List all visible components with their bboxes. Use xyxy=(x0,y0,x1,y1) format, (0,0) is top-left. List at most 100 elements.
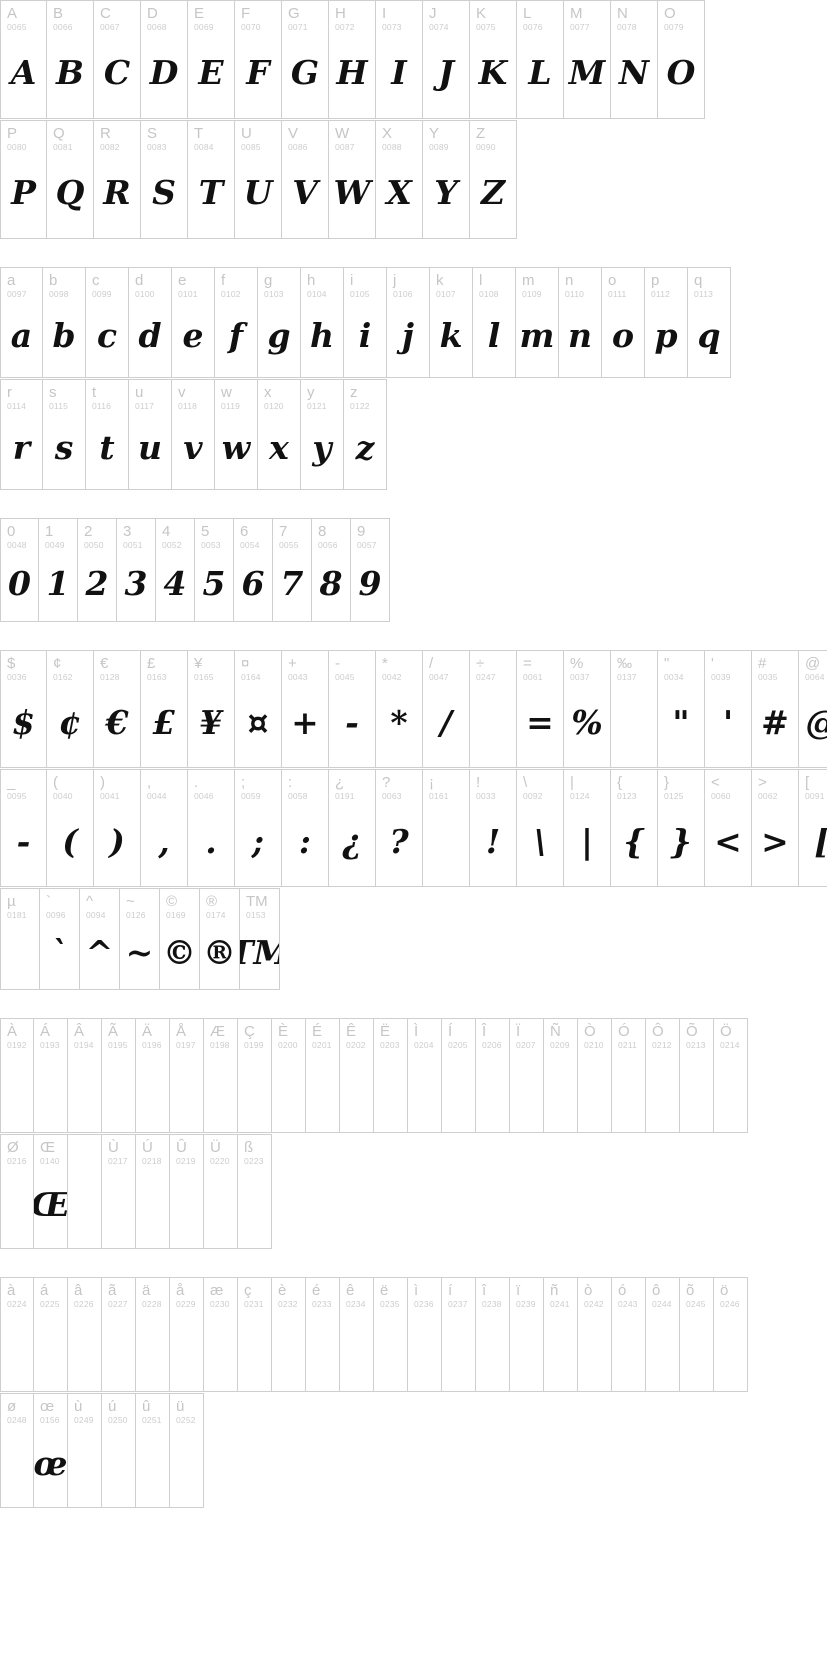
char-cell-0112[interactable]: p 0112 p xyxy=(645,268,688,377)
char-cell-0105[interactable]: i 0105 i xyxy=(344,268,387,377)
char-cell-0070[interactable]: F 0070 F xyxy=(235,1,282,118)
char-cell-0163[interactable]: £0163 £ xyxy=(141,651,188,767)
char-cell-0086[interactable]: V 0086 V xyxy=(282,121,329,238)
char-cell-0090[interactable]: Z 0090 Z xyxy=(470,121,517,238)
char-cell-0048[interactable]: 0 0048 0 xyxy=(0,519,39,621)
char-cell-0230[interactable]: æ 0230 xyxy=(204,1278,238,1391)
char-cell-0050[interactable]: 2 0050 2 xyxy=(78,519,117,621)
char-cell-0244[interactable]: ô 0244 xyxy=(646,1278,680,1391)
char-cell-0063[interactable]: ? 0063? xyxy=(376,770,423,886)
char-cell-0137[interactable]: ‰ 0137 xyxy=(611,651,658,767)
char-cell-0036[interactable]: $0036 $ xyxy=(0,651,47,767)
char-cell-0120[interactable]: x 0120 x xyxy=(258,380,301,489)
char-cell-0034[interactable]: " 0034 " xyxy=(658,651,705,767)
char-cell-0123[interactable]: {0123{ xyxy=(611,770,658,886)
char-cell-0237[interactable]: í 0237 xyxy=(442,1278,476,1391)
char-cell-0118[interactable]: v 0118 v xyxy=(172,380,215,489)
char-cell-0081[interactable]: Q 0081 Q xyxy=(47,121,94,238)
char-cell-0210[interactable]: Ò 0210 xyxy=(578,1019,612,1132)
char-cell-0104[interactable]: h 0104 h xyxy=(301,268,344,377)
char-cell-0153[interactable]: TM0153TM xyxy=(240,889,280,989)
char-cell-0077[interactable]: M 0077 M xyxy=(564,1,611,118)
char-cell-0100[interactable]: d 0100 d xyxy=(129,268,172,377)
char-cell-0228[interactable]: ä 0228 xyxy=(136,1278,170,1391)
char-cell-0229[interactable]: å 0229 xyxy=(170,1278,204,1391)
char-cell-0085[interactable]: U 0085 U xyxy=(235,121,282,238)
char-cell-0041[interactable]: ) 0041) xyxy=(94,770,141,886)
char-cell-0197[interactable]: Å 0197 xyxy=(170,1019,204,1132)
char-cell-0062[interactable]: >0062 > xyxy=(752,770,799,886)
char-cell-0196[interactable]: Ä 0196 xyxy=(136,1019,170,1132)
char-cell-0098[interactable]: b 0098 b xyxy=(43,268,86,377)
char-cell-0119[interactable]: w 0119 w xyxy=(215,380,258,489)
char-cell-0095[interactable]: _ 0095 - xyxy=(0,770,47,886)
char-cell-0054[interactable]: 6 0054 6 xyxy=(234,519,273,621)
char-cell-0108[interactable]: l 0108 l xyxy=(473,268,516,377)
char-cell-0039[interactable]: ' 0039 ' xyxy=(705,651,752,767)
char-cell-0089[interactable]: Y 0089 Y xyxy=(423,121,470,238)
char-cell-0248[interactable]: ø 0248 xyxy=(0,1394,34,1507)
char-cell-0103[interactable]: g 0103 g xyxy=(258,268,301,377)
char-cell-0114[interactable]: r 0114 r xyxy=(0,380,43,489)
char-cell-0117[interactable]: u 0117 u xyxy=(129,380,172,489)
char-cell-0162[interactable]: ¢ 0162 ¢ xyxy=(47,651,94,767)
char-cell-0047[interactable]: /0047/ xyxy=(423,651,470,767)
char-cell-0239[interactable]: ï 0239 xyxy=(510,1278,544,1391)
char-cell-0193[interactable]: Á 0193 xyxy=(34,1019,68,1132)
char-cell-0094[interactable]: ^ 0094 ^ xyxy=(80,889,120,989)
char-cell-0111[interactable]: o 0111 o xyxy=(602,268,645,377)
char-cell-0110[interactable]: n 0110 n xyxy=(559,268,602,377)
char-cell-0220[interactable]: Ü 0220 xyxy=(204,1135,238,1248)
char-cell-0245[interactable]: õ 0245 xyxy=(680,1278,714,1391)
char-cell-0211[interactable]: Ó 0211 xyxy=(612,1019,646,1132)
char-cell-0125[interactable]: } 0125} xyxy=(658,770,705,886)
char-cell-0033[interactable]: ! 0033! xyxy=(470,770,517,886)
char-cell-0161[interactable]: ¡ 0161 xyxy=(423,770,470,886)
char-cell-0236[interactable]: ì 0236 xyxy=(408,1278,442,1391)
char-cell-0124[interactable]: | 0124 | xyxy=(564,770,611,886)
char-cell-0071[interactable]: G 0071 G xyxy=(282,1,329,118)
char-cell-0067[interactable]: C 0067 C xyxy=(94,1,141,118)
char-cell-0203[interactable]: Ë 0203 xyxy=(374,1019,408,1132)
char-cell-0092[interactable]: \ 0092 \ xyxy=(517,770,564,886)
char-cell-0214[interactable]: Ö 0214 xyxy=(714,1019,748,1132)
char-cell-0083[interactable]: S 0083 S xyxy=(141,121,188,238)
char-cell-0205[interactable]: Í 0205 xyxy=(442,1019,476,1132)
char-cell-0165[interactable]: ¥0165 ¥ xyxy=(188,651,235,767)
char-cell-0156[interactable]: œ 0156 œ xyxy=(34,1394,68,1507)
char-cell-0242[interactable]: ò 0242 xyxy=(578,1278,612,1391)
char-cell-0191[interactable]: ¿ 0191 ¿ xyxy=(329,770,376,886)
char-cell-0207[interactable]: Ï 0207 xyxy=(510,1019,544,1132)
char-cell-0072[interactable]: H 0072 H xyxy=(329,1,376,118)
char-cell-0060[interactable]: <0060 < xyxy=(705,770,752,886)
char-cell-0200[interactable]: È 0200 xyxy=(272,1019,306,1132)
char-cell-0212[interactable]: Ô 0212 xyxy=(646,1019,680,1132)
char-cell-0209[interactable]: Ñ 0209 xyxy=(544,1019,578,1132)
char-cell-0052[interactable]: 4 0052 4 xyxy=(156,519,195,621)
char-cell-0140[interactable]: Œ0140Œ xyxy=(34,1135,68,1248)
char-cell-0218[interactable]: Ú 0218 xyxy=(136,1135,170,1248)
char-cell-0078[interactable]: N 0078 N xyxy=(611,1,658,118)
char-cell-0045[interactable]: -0045- xyxy=(329,651,376,767)
char-cell-0164[interactable]: ¤ 0164 ¤ xyxy=(235,651,282,767)
char-cell-0226[interactable]: â 0226 xyxy=(68,1278,102,1391)
char-cell-0122[interactable]: z 0122 z xyxy=(344,380,387,489)
char-cell-0037[interactable]: % 0037% xyxy=(564,651,611,767)
char-cell-0224[interactable]: à 0224 xyxy=(0,1278,34,1391)
char-cell-0084[interactable]: T 0084 T xyxy=(188,121,235,238)
char-cell-0223[interactable]: ß 0223 xyxy=(238,1135,272,1248)
char-cell-0169[interactable]: © 0169 © xyxy=(160,889,200,989)
char-cell-0059[interactable]: ; 0059; xyxy=(235,770,282,886)
char-cell-0102[interactable]: f 0102 f xyxy=(215,268,258,377)
char-cell-0121[interactable]: y 0121 y xyxy=(301,380,344,489)
char-cell-0198[interactable]: Æ 0198 xyxy=(204,1019,238,1132)
char-cell-0249[interactable]: ù 0249 xyxy=(68,1394,102,1507)
char-cell-0040[interactable]: (0040( xyxy=(47,770,94,886)
char-cell-0213[interactable]: Õ 0213 xyxy=(680,1019,714,1132)
char-cell-0035[interactable]: #0035 # xyxy=(752,651,799,767)
char-cell-0250[interactable]: ú 0250 xyxy=(102,1394,136,1507)
char-cell-empty[interactable] xyxy=(68,1135,102,1248)
char-cell-0206[interactable]: Î 0206 xyxy=(476,1019,510,1132)
char-cell-0065[interactable]: A 0065 A xyxy=(0,1,47,118)
char-cell-0051[interactable]: 3 0051 3 xyxy=(117,519,156,621)
